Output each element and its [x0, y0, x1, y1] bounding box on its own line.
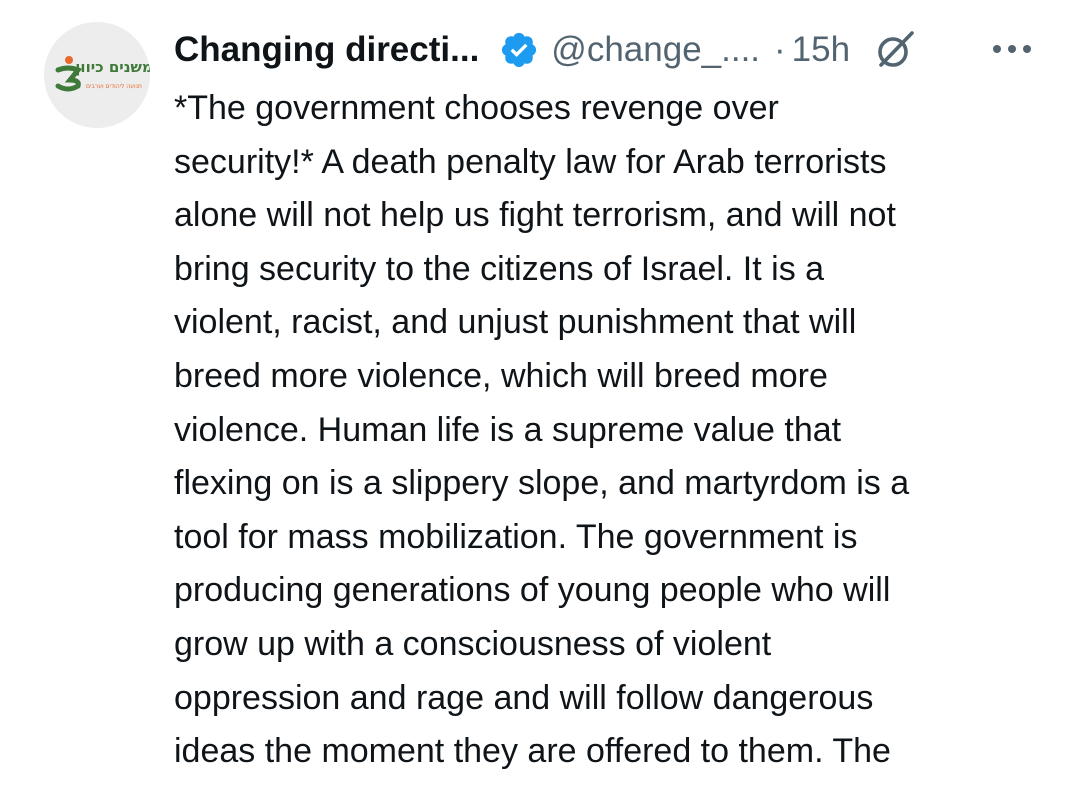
tweet-text: *The government chooses revenge over sec… [174, 82, 1044, 779]
tweet-text-line: flexing on is a slippery slope, and mart… [174, 464, 910, 503]
more-options-icon[interactable] [990, 34, 1034, 64]
tweet-text-line: violent, racist, and unjust punishment t… [174, 303, 857, 342]
tweet-text-line: alone will not help us fight terrorism, … [174, 196, 896, 235]
tweet-text-line: producing generations of young people wh… [174, 571, 891, 610]
avatar-logo-icon: משנים כיוון תנועה ליהודים וערבים [44, 22, 150, 128]
avatar[interactable]: משנים כיוון תנועה ליהודים וערבים [44, 22, 150, 128]
tweet-header: Changing directi... @change_.... · 15h [174, 22, 918, 78]
grok-icon[interactable] [872, 27, 918, 73]
tweet-text-line: *The government chooses revenge over [174, 89, 779, 127]
tweet-text-line: ideas the moment they are offered to the… [174, 732, 891, 771]
tweet-text-line: oppression and rage and will follow dang… [174, 678, 874, 717]
verified-badge-icon [502, 32, 537, 68]
author-display-name[interactable]: Changing directi... [174, 30, 479, 70]
tweet-text-line: violence. Human life is a supreme value … [174, 410, 842, 449]
tweet-text-line: tool for mass mobilization. The governme… [174, 517, 858, 556]
separator-dot: · [774, 30, 786, 69]
tweet-card[interactable]: משנים כיוון תנועה ליהודים וערבים Changin… [0, 0, 1080, 789]
tweet-text-line: breed more violence, which will breed mo… [174, 356, 828, 395]
avatar-logo-subtext: תנועה ליהודים וערבים [86, 83, 142, 90]
tweet-timestamp[interactable]: 15h [792, 30, 850, 70]
tweet-text-line: security!* A death penalty law for Arab … [174, 142, 887, 181]
author-handle[interactable]: @change_.... [551, 30, 760, 70]
avatar-logo-text: משנים כיוון [75, 58, 150, 76]
tweet-text-line: bring security to the citizens of Israel… [174, 249, 825, 288]
tweet-text-line: grow up with a consciousness of violent [174, 624, 772, 663]
